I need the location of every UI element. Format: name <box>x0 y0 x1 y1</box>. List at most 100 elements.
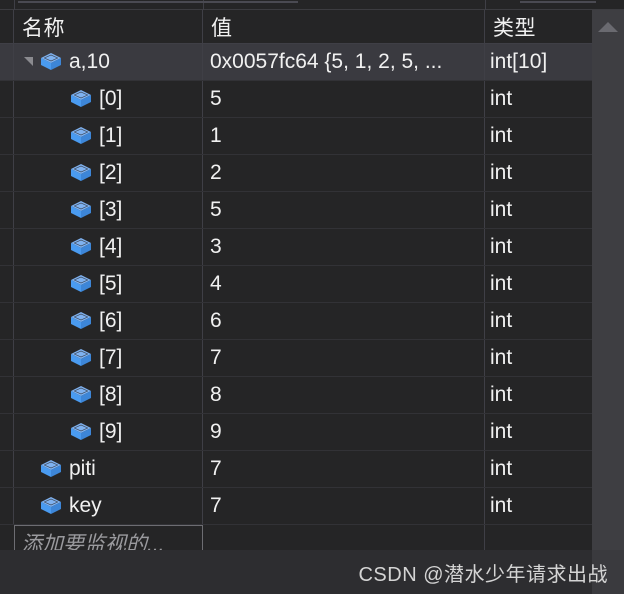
cell-value[interactable]: 0x0057fc64 {5, 1, 2, 5, ... <box>203 44 485 80</box>
watch-grid: 名称 值 类型 a,10 0x0057fc64 {5, 1, 2, 5, ... i… <box>0 10 592 550</box>
watch-name-label: [7] <box>99 346 123 369</box>
watch-name-label: a,10 <box>69 50 110 73</box>
cell-name[interactable]: [5] <box>14 266 203 302</box>
chevron-up-icon[interactable] <box>598 22 618 32</box>
cell-type: int <box>490 309 513 332</box>
cell-name[interactable]: [7] <box>14 340 203 376</box>
watermark-text: CSDN @潜水少年请求出战 <box>358 564 608 586</box>
watch-row[interactable]: [4] 3 int <box>0 229 592 266</box>
cube-icon <box>70 385 92 405</box>
watch-row[interactable]: [2] 2 int <box>0 155 592 192</box>
watch-name-label: [1] <box>99 124 123 147</box>
cube-icon <box>70 89 92 109</box>
cell-name[interactable]: key <box>14 488 203 524</box>
row-gutter <box>0 414 14 450</box>
expander-placeholder <box>14 488 40 524</box>
expander-placeholder <box>44 192 70 228</box>
row-gutter <box>0 44 14 80</box>
watch-row[interactable]: [0] 5 int <box>0 81 592 118</box>
expander-placeholder <box>44 81 70 117</box>
expander-placeholder <box>44 229 70 265</box>
cell-name[interactable]: piti <box>14 451 203 487</box>
cell-name[interactable]: a,10 <box>14 44 203 80</box>
row-gutter <box>0 155 14 191</box>
cell-type: int <box>490 457 513 480</box>
expander-placeholder <box>44 266 70 302</box>
cube-icon <box>40 459 62 479</box>
watch-name-label: [4] <box>99 235 123 258</box>
expander-placeholder <box>44 118 70 154</box>
cell-value[interactable]: 6 <box>203 303 485 339</box>
expander-toggle[interactable] <box>14 44 40 80</box>
cell-value[interactable]: 5 <box>203 192 485 228</box>
watch-row[interactable]: [5] 4 int <box>0 266 592 303</box>
grid-body: a,10 0x0057fc64 {5, 1, 2, 5, ... int[10] [0… <box>0 44 592 550</box>
cell-name[interactable]: [1] <box>14 118 203 154</box>
cell-name[interactable]: [6] <box>14 303 203 339</box>
watch-window: 名称 值 类型 a,10 0x0057fc64 {5, 1, 2, 5, ... i… <box>0 0 624 594</box>
row-gutter <box>0 340 14 376</box>
add-watch-placeholder: 添加要监视的... <box>21 533 165 550</box>
cell-name[interactable]: [8] <box>14 377 203 413</box>
watch-name-label: [6] <box>99 309 123 332</box>
column-header-value[interactable]: 值 <box>203 10 485 43</box>
cell-type: int <box>490 494 513 517</box>
cell-value[interactable]: 2 <box>203 155 485 191</box>
cell-type: int <box>490 346 513 369</box>
cell-value[interactable]: 1 <box>203 118 485 154</box>
cube-icon <box>70 274 92 294</box>
cell-value[interactable]: 3 <box>203 229 485 265</box>
watch-name-label: [9] <box>99 420 123 443</box>
watch-row[interactable]: [7] 7 int <box>0 340 592 377</box>
expander-placeholder <box>44 414 70 450</box>
watch-row[interactable]: [6] 6 int <box>0 303 592 340</box>
column-header-type[interactable]: 类型 <box>485 10 592 43</box>
watch-name-label: [3] <box>99 198 123 221</box>
add-watch-row[interactable]: 添加要监视的... <box>0 525 592 550</box>
cell-value[interactable]: 7 <box>203 451 485 487</box>
cell-value[interactable]: 7 <box>203 488 485 524</box>
cell-value[interactable]: 4 <box>203 266 485 302</box>
row-gutter <box>0 266 14 302</box>
cube-icon <box>70 311 92 331</box>
expander-placeholder <box>14 451 40 487</box>
cell-type: int <box>490 87 513 110</box>
expander-placeholder <box>44 303 70 339</box>
cell-type: int <box>490 124 513 147</box>
cell-value[interactable]: 7 <box>203 340 485 376</box>
watch-row[interactable]: piti 7 int <box>0 451 592 488</box>
watch-row[interactable]: a,10 0x0057fc64 {5, 1, 2, 5, ... int[10] <box>0 44 592 81</box>
add-watch-type-cell <box>485 525 592 550</box>
cell-type: int <box>490 198 513 221</box>
cell-name[interactable]: [9] <box>14 414 203 450</box>
row-gutter <box>0 488 14 524</box>
cell-value[interactable]: 5 <box>203 81 485 117</box>
cell-value[interactable]: 8 <box>203 377 485 413</box>
cube-icon <box>70 422 92 442</box>
cube-icon <box>70 200 92 220</box>
cell-type: int <box>490 161 513 184</box>
watch-row[interactable]: [9] 9 int <box>0 414 592 451</box>
cube-icon <box>70 126 92 146</box>
watch-row[interactable]: [1] 1 int <box>0 118 592 155</box>
bottom-area: CSDN @潜水少年请求出战 <box>0 550 624 594</box>
watch-name-label: [2] <box>99 161 123 184</box>
watch-row[interactable]: key 7 int <box>0 488 592 525</box>
add-watch-input[interactable]: 添加要监视的... <box>14 525 203 550</box>
cell-type: int[10] <box>490 50 548 73</box>
header-gutter <box>0 10 14 43</box>
cell-value[interactable]: 9 <box>203 414 485 450</box>
cell-name[interactable]: [3] <box>14 192 203 228</box>
vertical-scrollbar[interactable] <box>592 10 624 550</box>
cell-name[interactable]: [0] <box>14 81 203 117</box>
cell-name[interactable]: [2] <box>14 155 203 191</box>
cell-name[interactable]: [4] <box>14 229 203 265</box>
add-watch-value-cell <box>203 525 485 550</box>
watch-row[interactable]: [3] 5 int <box>0 192 592 229</box>
row-gutter <box>0 229 14 265</box>
expander-placeholder <box>44 155 70 191</box>
column-header-name[interactable]: 名称 <box>14 10 203 43</box>
row-gutter <box>0 118 14 154</box>
cube-icon <box>40 496 62 516</box>
watch-row[interactable]: [8] 8 int <box>0 377 592 414</box>
